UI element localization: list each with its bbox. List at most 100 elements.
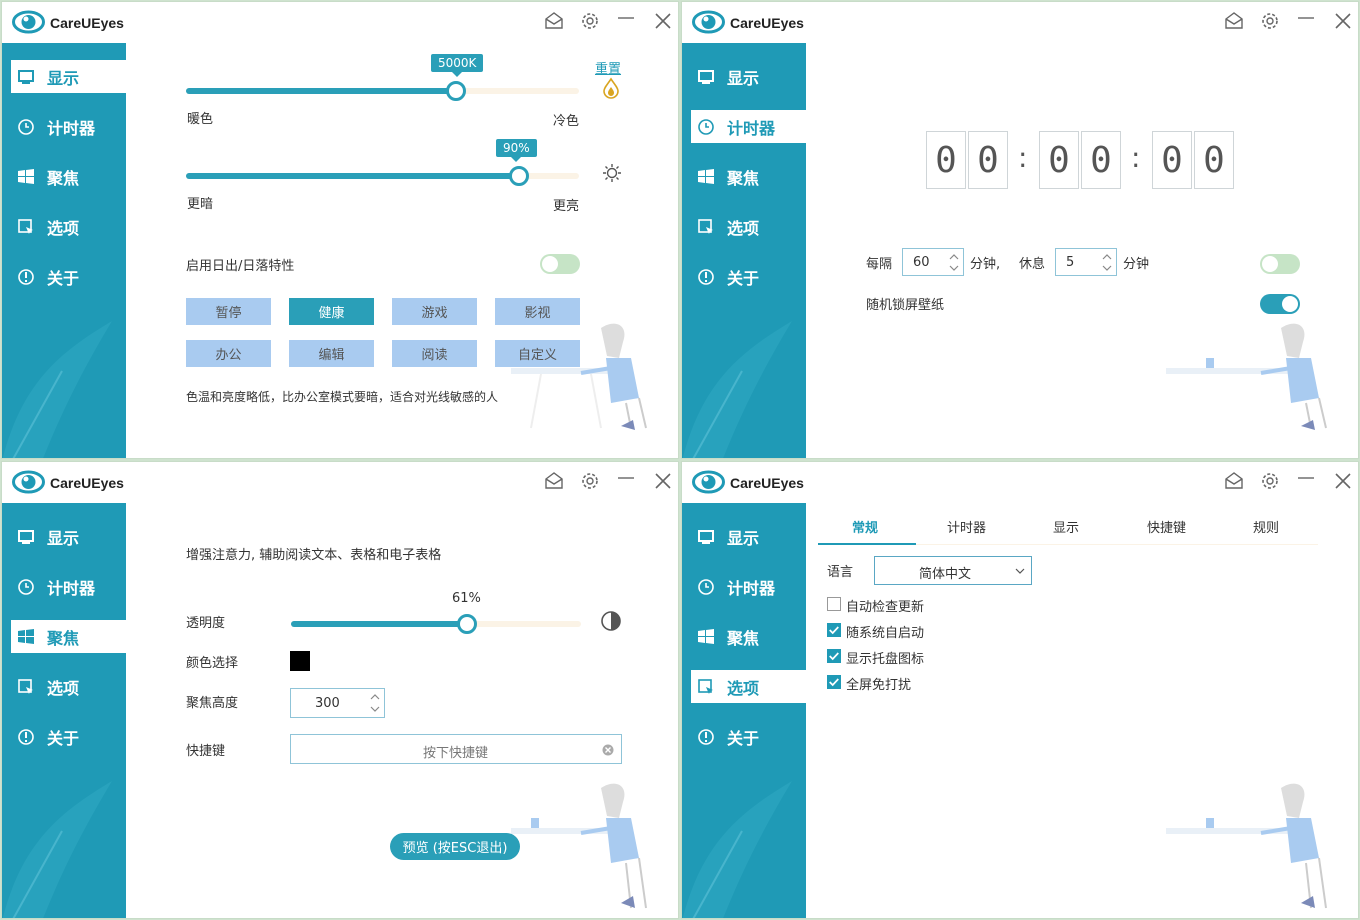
brightness-slider[interactable] bbox=[186, 166, 579, 186]
eye-logo-icon bbox=[692, 10, 725, 34]
slider-fill bbox=[291, 621, 467, 627]
gear-icon[interactable] bbox=[1259, 10, 1281, 32]
minimize-icon[interactable] bbox=[1295, 10, 1317, 32]
nav-focus[interactable]: 聚焦 bbox=[11, 620, 126, 653]
nav-timer[interactable]: 计时器 bbox=[691, 110, 806, 143]
slider-knob[interactable] bbox=[457, 614, 477, 634]
tab-rules[interactable]: 规则 bbox=[1253, 517, 1279, 536]
tab-hotkeys[interactable]: 快捷键 bbox=[1147, 517, 1186, 536]
cool-label: 冷色 bbox=[553, 114, 580, 129]
reset-link[interactable]: 重置 bbox=[595, 58, 621, 77]
nav-options[interactable]: 选项 bbox=[11, 210, 126, 243]
mail-icon[interactable] bbox=[543, 10, 565, 32]
nav-focus[interactable]: 聚焦 bbox=[11, 160, 126, 193]
gear-icon[interactable] bbox=[579, 470, 601, 492]
color-swatch[interactable] bbox=[290, 651, 310, 671]
mode-health-button[interactable]: 健康 bbox=[289, 298, 374, 325]
timer-colon: : bbox=[1131, 141, 1141, 174]
timer-digit: 0 bbox=[968, 131, 1008, 189]
tab-timer[interactable]: 计时器 bbox=[947, 517, 986, 536]
tray-icon-checkbox[interactable] bbox=[827, 649, 841, 663]
mail-icon[interactable] bbox=[1223, 10, 1245, 32]
language-value: 简体中文 bbox=[919, 567, 972, 582]
chevron-up-icon[interactable] bbox=[949, 252, 959, 262]
minimize-icon[interactable] bbox=[1295, 470, 1317, 492]
chevron-down-icon[interactable] bbox=[949, 263, 959, 273]
nav-display[interactable]: 显示 bbox=[691, 520, 806, 553]
close-icon[interactable] bbox=[1332, 10, 1354, 32]
chevron-down-icon[interactable] bbox=[370, 704, 380, 714]
nav-options[interactable]: 选项 bbox=[11, 670, 126, 703]
slider-knob[interactable] bbox=[509, 166, 529, 186]
chevron-down-icon[interactable] bbox=[1102, 263, 1112, 273]
opacity-slider[interactable] bbox=[291, 614, 581, 634]
eye-logo-icon bbox=[12, 470, 45, 494]
windows-icon bbox=[18, 628, 34, 644]
eye-logo-icon bbox=[12, 10, 45, 34]
close-icon[interactable] bbox=[652, 470, 674, 492]
focus-height-value: 300 bbox=[315, 696, 340, 711]
nav-display[interactable]: 显示 bbox=[11, 520, 126, 553]
mail-icon[interactable] bbox=[543, 470, 565, 492]
gear-icon[interactable] bbox=[579, 10, 601, 32]
timer-window: CareUEyes 显示 计时器 聚焦 选项 关于 0 0 : 0 0 : 0 … bbox=[681, 1, 1359, 459]
nav-options[interactable]: 选项 bbox=[691, 210, 806, 243]
nav-options[interactable]: 选项 bbox=[691, 670, 806, 703]
nav-label: 关于 bbox=[47, 728, 80, 748]
hotkey-input[interactable]: 按下快捷键 bbox=[290, 734, 622, 764]
nav-display[interactable]: 显示 bbox=[691, 60, 806, 93]
language-select[interactable]: 简体中文 bbox=[874, 556, 1032, 585]
gear-icon[interactable] bbox=[1259, 470, 1281, 492]
monitor-icon bbox=[18, 529, 34, 544]
autostart-label: 随系统自启动 bbox=[846, 626, 925, 641]
mode-game-button[interactable]: 游戏 bbox=[392, 298, 477, 325]
nav-focus[interactable]: 聚焦 bbox=[691, 620, 806, 653]
sunrise-toggle[interactable] bbox=[540, 254, 580, 274]
nav-about[interactable]: 关于 bbox=[691, 720, 806, 753]
nav-timer[interactable]: 计时器 bbox=[691, 570, 806, 603]
fullscreen-dnd-checkbox[interactable] bbox=[827, 675, 841, 689]
mode-description: 色温和亮度略低，比办公室模式要暗，适合对光线敏感的人 bbox=[186, 390, 499, 404]
minimize-icon[interactable] bbox=[615, 10, 637, 32]
mode-edit-button[interactable]: 编辑 bbox=[289, 340, 374, 367]
tab-display[interactable]: 显示 bbox=[1053, 517, 1079, 536]
tab-general[interactable]: 常规 bbox=[852, 517, 878, 536]
color-temp-slider[interactable] bbox=[186, 81, 579, 101]
chevron-up-icon[interactable] bbox=[1102, 252, 1112, 262]
mail-icon[interactable] bbox=[1223, 470, 1245, 492]
nav-focus[interactable]: 聚焦 bbox=[691, 160, 806, 193]
focus-height-stepper[interactable]: 300 bbox=[290, 688, 385, 718]
clear-icon[interactable] bbox=[602, 744, 614, 756]
title-bar: CareUEyes bbox=[682, 462, 1358, 503]
mode-pause-button[interactable]: 暂停 bbox=[186, 298, 271, 325]
info-icon bbox=[18, 728, 34, 745]
nav-label: 选项 bbox=[47, 678, 80, 698]
clock-icon bbox=[18, 118, 34, 135]
nav-about[interactable]: 关于 bbox=[11, 720, 126, 753]
timer-toggle[interactable] bbox=[1260, 254, 1300, 274]
sun-icon bbox=[603, 164, 621, 182]
preview-button[interactable]: 预览 (按ESC退出) bbox=[390, 833, 520, 860]
options-panel: 常规 计时器 显示 快捷键 规则 语言 简体中文 自动检查更新 随系统自启动 显… bbox=[806, 503, 1358, 918]
options-window: CareUEyes 显示 计时器 聚焦 选项 关于 常规 计时器 显示 快捷键 … bbox=[681, 461, 1359, 919]
mode-read-button[interactable]: 阅读 bbox=[392, 340, 477, 367]
work-interval-stepper[interactable]: 60 bbox=[902, 248, 964, 276]
lock-wallpaper-toggle[interactable] bbox=[1260, 294, 1300, 314]
rest-interval-stepper[interactable]: 5 bbox=[1055, 248, 1117, 276]
slider-knob[interactable] bbox=[446, 81, 466, 101]
nav-timer[interactable]: 计时器 bbox=[11, 110, 126, 143]
nav-display[interactable]: 显示 bbox=[11, 60, 126, 93]
chevron-up-icon[interactable] bbox=[370, 692, 380, 702]
work-interval-value: 60 bbox=[913, 255, 930, 270]
autostart-checkbox[interactable] bbox=[827, 623, 841, 637]
mode-office-button[interactable]: 办公 bbox=[186, 340, 271, 367]
minimize-icon[interactable] bbox=[615, 470, 637, 492]
auto-update-checkbox[interactable] bbox=[827, 597, 841, 611]
nav-timer[interactable]: 计时器 bbox=[11, 570, 126, 603]
nav-about[interactable]: 关于 bbox=[11, 260, 126, 293]
active-tab-indicator bbox=[818, 543, 916, 545]
close-icon[interactable] bbox=[1332, 470, 1354, 492]
nav-about[interactable]: 关于 bbox=[691, 260, 806, 293]
display-panel: 5000K 暖色 冷色 重置 90% 更暗 更亮 启用日出/日落特性 暂停 健康… bbox=[126, 43, 678, 458]
close-icon[interactable] bbox=[652, 10, 674, 32]
